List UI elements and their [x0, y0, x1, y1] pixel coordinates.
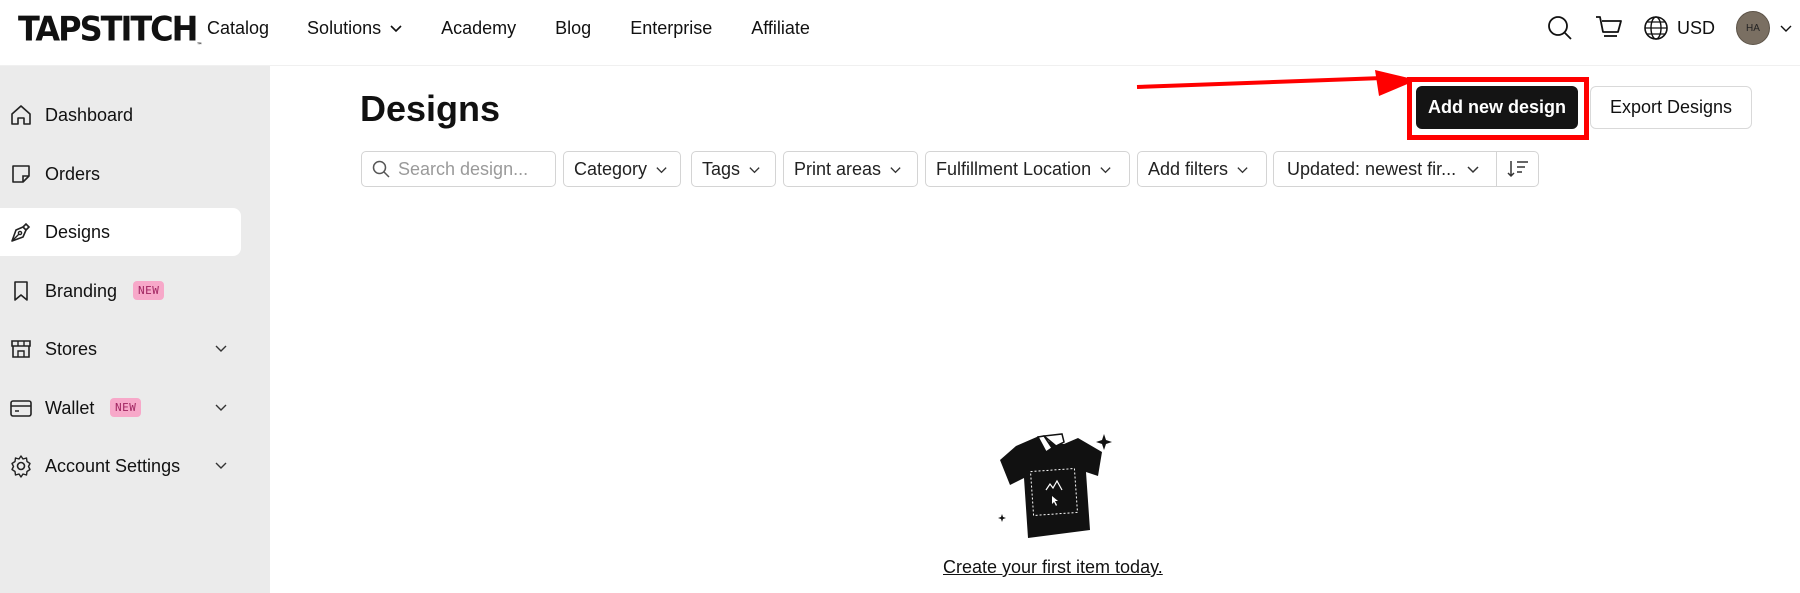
sidebar-item-label: Stores — [45, 338, 98, 359]
add-new-design-button[interactable]: Add new design — [1416, 86, 1578, 129]
filter-tags[interactable]: Tags — [691, 151, 776, 187]
sidebar-item-wallet[interactable]: Wallet NEW — [0, 384, 241, 432]
page-title: Designs — [360, 88, 501, 129]
add-filters-button[interactable]: Add filters — [1137, 151, 1267, 187]
gear-icon — [11, 455, 31, 478]
chevron-down-icon — [390, 25, 402, 33]
nav-enterprise[interactable]: Enterprise — [630, 18, 712, 39]
chevron-down-icon — [656, 166, 667, 173]
cart-button[interactable] — [1595, 15, 1623, 41]
sidebar-item-label: Wallet — [45, 397, 95, 418]
nav-blog[interactable]: Blog — [555, 18, 591, 39]
chevron-down-icon — [1467, 166, 1479, 174]
sort-descending-icon — [1506, 161, 1528, 178]
sticky-note-icon — [12, 165, 30, 183]
chevron-down-icon — [890, 166, 901, 173]
search-input[interactable] — [398, 158, 548, 180]
sidebar-item-label: Branding — [45, 280, 118, 301]
filter-label: Print areas — [794, 158, 882, 179]
filter-label: Add filters — [1148, 158, 1229, 179]
search-icon — [372, 160, 390, 178]
pen-nib-icon — [11, 222, 31, 242]
sidebar-item-stores[interactable]: Stores — [0, 325, 241, 373]
sort-direction-button[interactable] — [1497, 152, 1538, 186]
sort-label: Updated: newest fir... — [1287, 158, 1457, 179]
filter-label: Category — [574, 158, 648, 179]
chevron-down-icon — [749, 166, 760, 173]
new-badge: NEW — [110, 398, 142, 417]
nav-solutions[interactable]: Solutions — [307, 18, 403, 39]
nav-academy[interactable]: Academy — [441, 18, 516, 39]
store-icon — [11, 340, 31, 358]
search-button[interactable] — [1547, 15, 1573, 41]
cart-icon — [1595, 16, 1622, 37]
export-designs-button[interactable]: Export Designs — [1590, 86, 1752, 129]
nav-affiliate[interactable]: Affiliate — [751, 18, 810, 39]
chevron-down-icon — [1237, 166, 1248, 173]
filter-print-areas[interactable]: Print areas — [783, 151, 918, 187]
create-first-item-link[interactable]: Create your first item today. — [943, 557, 1163, 578]
sidebar-item-account-settings[interactable]: Account Settings — [0, 442, 241, 490]
sidebar-item-designs[interactable]: Designs — [0, 208, 241, 256]
bookmark-icon — [14, 281, 28, 301]
user-menu[interactable]: HA — [1736, 11, 1792, 45]
sort-control: Updated: newest fir... — [1273, 151, 1539, 187]
nav-actions: USD HA — [1547, 0, 1800, 56]
sidebar-item-label: Dashboard — [45, 104, 134, 125]
main-nav: Catalog Solutions Academy Blog Enterpris… — [207, 0, 810, 56]
sidebar-item-orders[interactable]: Orders — [0, 150, 241, 198]
sidebar-item-branding[interactable]: Branding NEW — [0, 267, 241, 315]
chevron-down-icon — [215, 345, 227, 352]
chevron-down-icon — [1780, 25, 1792, 32]
globe-icon — [1644, 16, 1668, 40]
nav-catalog[interactable]: Catalog — [207, 18, 269, 39]
top-navigation: TAPSTITCH™ Catalog Solutions Academy Blo… — [0, 0, 1800, 66]
sidebar-item-label: Orders — [45, 163, 101, 184]
filter-label: Tags — [702, 158, 741, 179]
new-badge: NEW — [133, 281, 165, 300]
chevron-down-icon — [215, 462, 227, 469]
search-icon — [1548, 16, 1572, 40]
wallet-icon — [10, 400, 32, 417]
filter-category[interactable]: Category — [563, 151, 681, 187]
chevron-down-icon — [1100, 166, 1111, 173]
sidebar-item-label: Designs — [45, 221, 111, 242]
sidebar: Dashboard Orders Designs Branding NEW St… — [0, 66, 270, 593]
filter-fulfillment-location[interactable]: Fulfillment Location — [925, 151, 1130, 187]
sidebar-item-label: Account Settings — [45, 455, 181, 476]
sort-select[interactable]: Updated: newest fir... — [1274, 152, 1497, 186]
currency-label: USD — [1676, 17, 1715, 38]
filter-label: Fulfillment Location — [936, 158, 1092, 179]
search-field — [361, 151, 556, 187]
tshirt-illustration-icon — [998, 433, 1112, 538]
sidebar-item-dashboard[interactable]: Dashboard — [0, 91, 241, 139]
chevron-down-icon — [215, 404, 227, 411]
brand-logo[interactable]: TAPSTITCH™ — [18, 9, 202, 49]
annotation-arrow — [1136, 70, 1417, 96]
home-icon — [11, 105, 31, 125]
currency-selector[interactable]: USD — [1643, 15, 1715, 41]
avatar[interactable]: HA — [1736, 11, 1770, 45]
